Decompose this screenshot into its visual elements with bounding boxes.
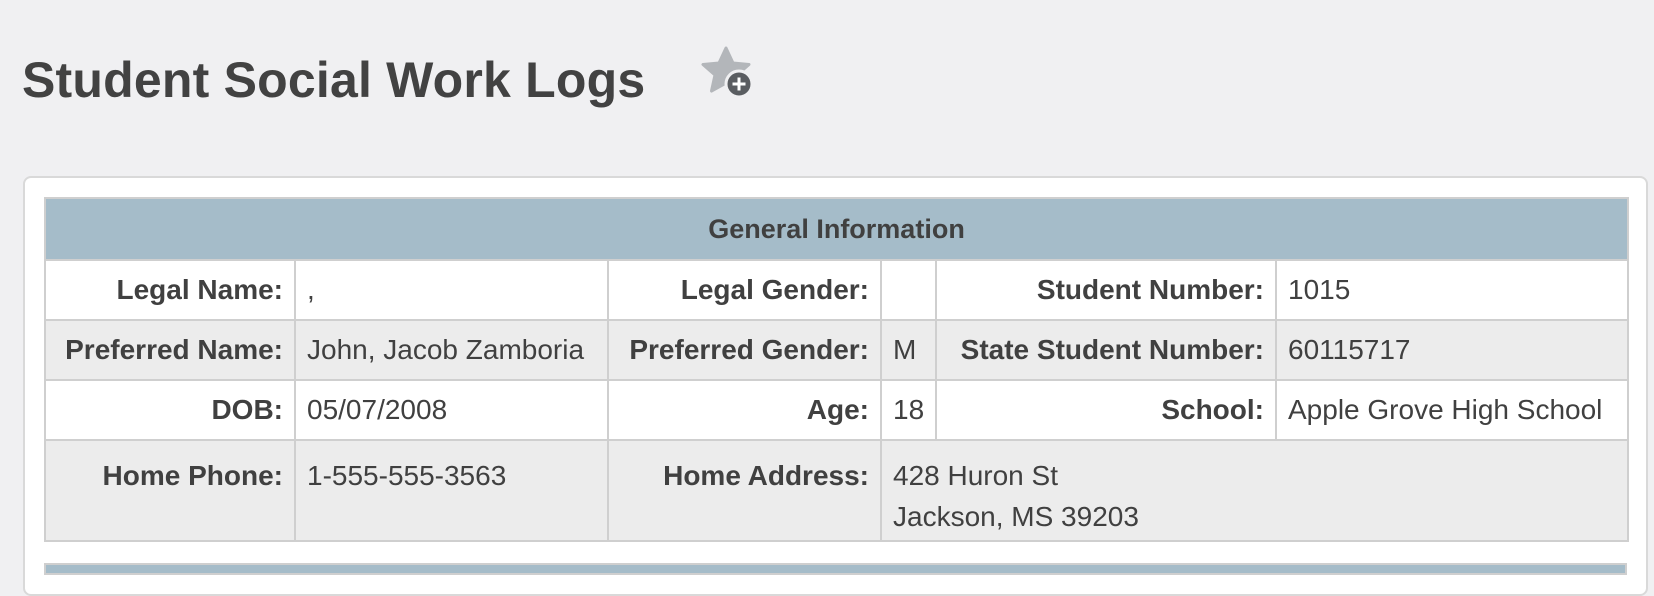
state-student-number-value: 60115717 bbox=[1274, 319, 1630, 381]
preferred-gender-value: M bbox=[880, 319, 937, 381]
legal-name-value: , bbox=[294, 259, 609, 321]
home-address-label: Home Address: bbox=[607, 439, 882, 542]
age-label: Age: bbox=[607, 379, 882, 441]
legal-gender-value bbox=[880, 259, 937, 321]
table-row: Home Phone: 1-555-555-3563 Home Address:… bbox=[44, 439, 1630, 542]
add-favorite-star-icon[interactable] bbox=[699, 44, 759, 104]
age-value: 18 bbox=[880, 379, 937, 441]
preferred-gender-label: Preferred Gender: bbox=[607, 319, 882, 381]
page-title: Student Social Work Logs bbox=[22, 52, 646, 108]
next-section-header bbox=[44, 563, 1627, 575]
home-address-line2: Jackson, MS 39203 bbox=[893, 501, 1139, 532]
legal-gender-label: Legal Gender: bbox=[607, 259, 882, 321]
home-address-line1: 428 Huron St bbox=[893, 460, 1058, 491]
home-phone-value: 1-555-555-3563 bbox=[294, 439, 609, 542]
preferred-name-label: Preferred Name: bbox=[44, 319, 296, 381]
table-row: Preferred Name: John, Jacob Zamboria Pre… bbox=[44, 319, 1630, 381]
general-information-heading: General Information bbox=[43, 197, 1630, 261]
table-row: DOB: 05/07/2008 Age: 18 School: Apple Gr… bbox=[44, 379, 1630, 441]
dob-value: 05/07/2008 bbox=[294, 379, 609, 441]
preferred-name-value: John, Jacob Zamboria bbox=[294, 319, 609, 381]
table-row: Legal Name: , Legal Gender: Student Numb… bbox=[44, 259, 1630, 321]
state-student-number-label: State Student Number: bbox=[935, 319, 1277, 381]
school-label: School: bbox=[935, 379, 1277, 441]
page-header: Student Social Work Logs bbox=[22, 38, 759, 122]
legal-name-label: Legal Name: bbox=[44, 259, 296, 321]
student-number-value: 1015 bbox=[1274, 259, 1630, 321]
school-value: Apple Grove High School bbox=[1274, 379, 1630, 441]
general-information-table: General Information Legal Name: , Legal … bbox=[43, 197, 1630, 542]
student-number-label: Student Number: bbox=[935, 259, 1277, 321]
home-phone-label: Home Phone: bbox=[44, 439, 296, 542]
dob-label: DOB: bbox=[44, 379, 296, 441]
home-address-value: 428 Huron St Jackson, MS 39203 bbox=[879, 439, 1630, 542]
